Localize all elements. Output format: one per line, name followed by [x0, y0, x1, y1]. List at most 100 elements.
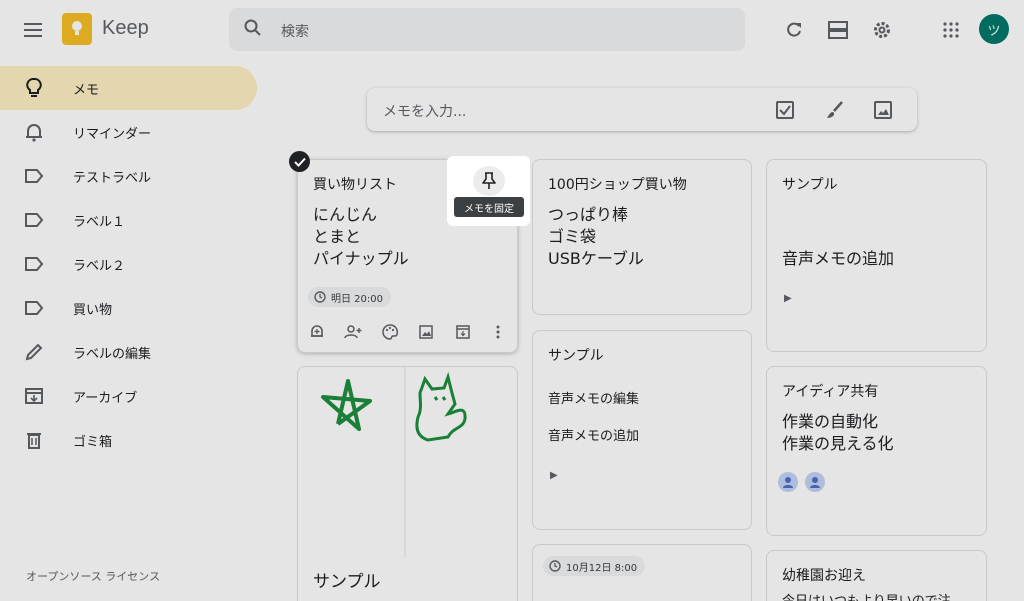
note-line: つっぱり棒	[548, 205, 629, 224]
sidebar-item-label: テストラベル	[73, 170, 152, 186]
settings-button[interactable]	[863, 11, 901, 49]
reminder-chip-text: 10月12日 8:00	[566, 562, 638, 574]
checkbox-icon	[776, 101, 794, 119]
note-line: 音声メモの追加	[548, 429, 640, 444]
reminder-chip[interactable]: 10月12日 8:00	[543, 556, 646, 576]
sidebar-item-label: リマインダー	[73, 126, 152, 142]
pencil-icon	[24, 342, 44, 362]
refresh-button[interactable]	[775, 11, 813, 49]
note-card-reminder[interactable]: 10月12日 8:00	[532, 544, 752, 601]
take-note-input[interactable]: メモを入力...	[383, 101, 466, 121]
sidebar-item-edit-labels[interactable]: ラベルの編集	[0, 330, 257, 374]
image-icon	[419, 325, 433, 339]
play-icon[interactable]: ▶	[784, 293, 792, 304]
keep-logo-icon[interactable]	[62, 13, 92, 45]
sidebar-item-label: 買い物	[73, 302, 113, 318]
sidebar-item-label: ラベル２	[73, 258, 126, 274]
note-line: 作業の見える化	[782, 434, 894, 453]
lightbulb-icon	[24, 78, 44, 98]
top-bar: Keep 検索 ツ	[0, 0, 1024, 60]
reminder-chip[interactable]: 明日 20:00	[308, 287, 391, 307]
sidebar-item-label: メモ	[73, 82, 100, 98]
collaborator-button[interactable]	[343, 322, 363, 342]
brush-icon	[827, 101, 843, 118]
sidebar-item-reminders[interactable]: リマインダー	[0, 110, 257, 154]
sidebar: メモ リマインダー テストラベル ラベル１ ラベル２ 買い物 ラベルの編集 アー…	[0, 60, 270, 601]
collaborator-avatar[interactable]	[778, 472, 798, 492]
sidebar-item-notes[interactable]: メモ	[0, 66, 257, 110]
list-view-button[interactable]	[819, 11, 857, 49]
gear-icon	[874, 22, 890, 38]
apps-grid-icon	[943, 22, 959, 38]
pin-icon	[482, 172, 496, 189]
sidebar-item-label-1[interactable]: ラベル１	[0, 198, 257, 242]
note-line: 作業の自動化	[782, 412, 879, 431]
open-source-license-link[interactable]: オープンソース ライセンス	[26, 568, 160, 584]
label-icon	[24, 254, 44, 274]
new-image-note-button[interactable]	[869, 96, 897, 124]
remind-me-button[interactable]	[307, 322, 327, 342]
bell-icon	[24, 122, 44, 142]
app-name[interactable]: Keep	[102, 17, 149, 40]
sidebar-item-label: アーカイブ	[73, 390, 138, 406]
play-icon[interactable]: ▶	[550, 470, 558, 481]
list-view-icon	[828, 21, 848, 39]
note-card-sample-audio[interactable]: サンプル 音声メモの追加 ▶	[766, 159, 987, 352]
note-title: 100円ショップ買い物	[548, 177, 687, 193]
sidebar-item-shopping[interactable]: 買い物	[0, 286, 257, 330]
sidebar-item-archive[interactable]: アーカイブ	[0, 374, 257, 418]
note-title: サンプル	[782, 177, 838, 193]
clock-icon	[549, 560, 561, 572]
sidebar-item-label: ゴミ箱	[73, 434, 113, 450]
refresh-icon	[787, 22, 801, 37]
note-title: アイディア共有	[782, 384, 879, 400]
note-card-sample-voice[interactable]: サンプル 音声メモの編集 音声メモの追加 ▶	[532, 330, 752, 530]
new-drawing-button[interactable]	[821, 96, 849, 124]
note-line: とまと	[313, 227, 362, 246]
add-image-button[interactable]	[416, 322, 436, 342]
note-line: 音声メモの編集	[548, 392, 640, 407]
note-card-drawing[interactable]: サンプル	[297, 366, 518, 601]
search-bar[interactable]: 検索	[229, 8, 745, 51]
note-line: USBケーブル	[548, 249, 644, 268]
note-line: 今日はいつもより早いので注	[782, 590, 951, 601]
more-vert-icon	[496, 325, 500, 339]
drawing-canvas	[321, 367, 467, 557]
note-card-100yen-shop[interactable]: 100円ショップ買い物 つっぱり棒 ゴミ袋 USBケーブル	[532, 159, 752, 315]
more-options-button[interactable]	[488, 322, 508, 342]
note-line: にんじん	[313, 205, 378, 224]
select-note-check-icon[interactable]	[289, 151, 310, 172]
hamburger-icon	[24, 23, 42, 37]
archive-button[interactable]	[453, 322, 473, 342]
label-icon	[24, 298, 44, 318]
note-card-kindergarten[interactable]: 幼稚園お迎え 今日はいつもより早いので注	[766, 550, 987, 601]
sidebar-item-label: ラベルの編集	[73, 346, 152, 362]
archive-icon	[456, 325, 470, 339]
pin-note-button[interactable]	[473, 166, 505, 196]
clock-icon	[314, 291, 326, 303]
search-input[interactable]: 検索	[281, 21, 309, 41]
collaborator-avatar[interactable]	[805, 472, 825, 492]
apps-button[interactable]	[932, 11, 970, 49]
background-options-button[interactable]	[380, 322, 400, 342]
note-line: ゴミ袋	[548, 227, 597, 246]
sidebar-item-label: ラベル１	[73, 214, 126, 230]
note-line: パイナップル	[313, 249, 409, 268]
person-add-icon	[344, 325, 362, 339]
search-icon[interactable]	[243, 18, 263, 42]
palette-icon	[382, 324, 398, 340]
label-icon	[24, 210, 44, 230]
bell-plus-icon	[311, 325, 323, 337]
pin-tooltip: メモを固定	[454, 197, 524, 217]
person-icon	[810, 477, 820, 488]
main-menu-button[interactable]	[14, 11, 52, 49]
account-avatar[interactable]: ツ	[979, 14, 1009, 44]
image-icon	[874, 101, 892, 119]
take-note-bar[interactable]: メモを入力...	[367, 88, 917, 131]
sidebar-item-label-2[interactable]: ラベル２	[0, 242, 257, 286]
sidebar-item-test-label[interactable]: テストラベル	[0, 154, 257, 198]
note-card-idea-sharing[interactable]: アイディア共有 作業の自動化 作業の見える化	[766, 366, 987, 536]
sidebar-item-trash[interactable]: ゴミ箱	[0, 418, 257, 462]
reminder-chip-text: 明日 20:00	[331, 293, 383, 305]
new-list-button[interactable]	[771, 96, 799, 124]
